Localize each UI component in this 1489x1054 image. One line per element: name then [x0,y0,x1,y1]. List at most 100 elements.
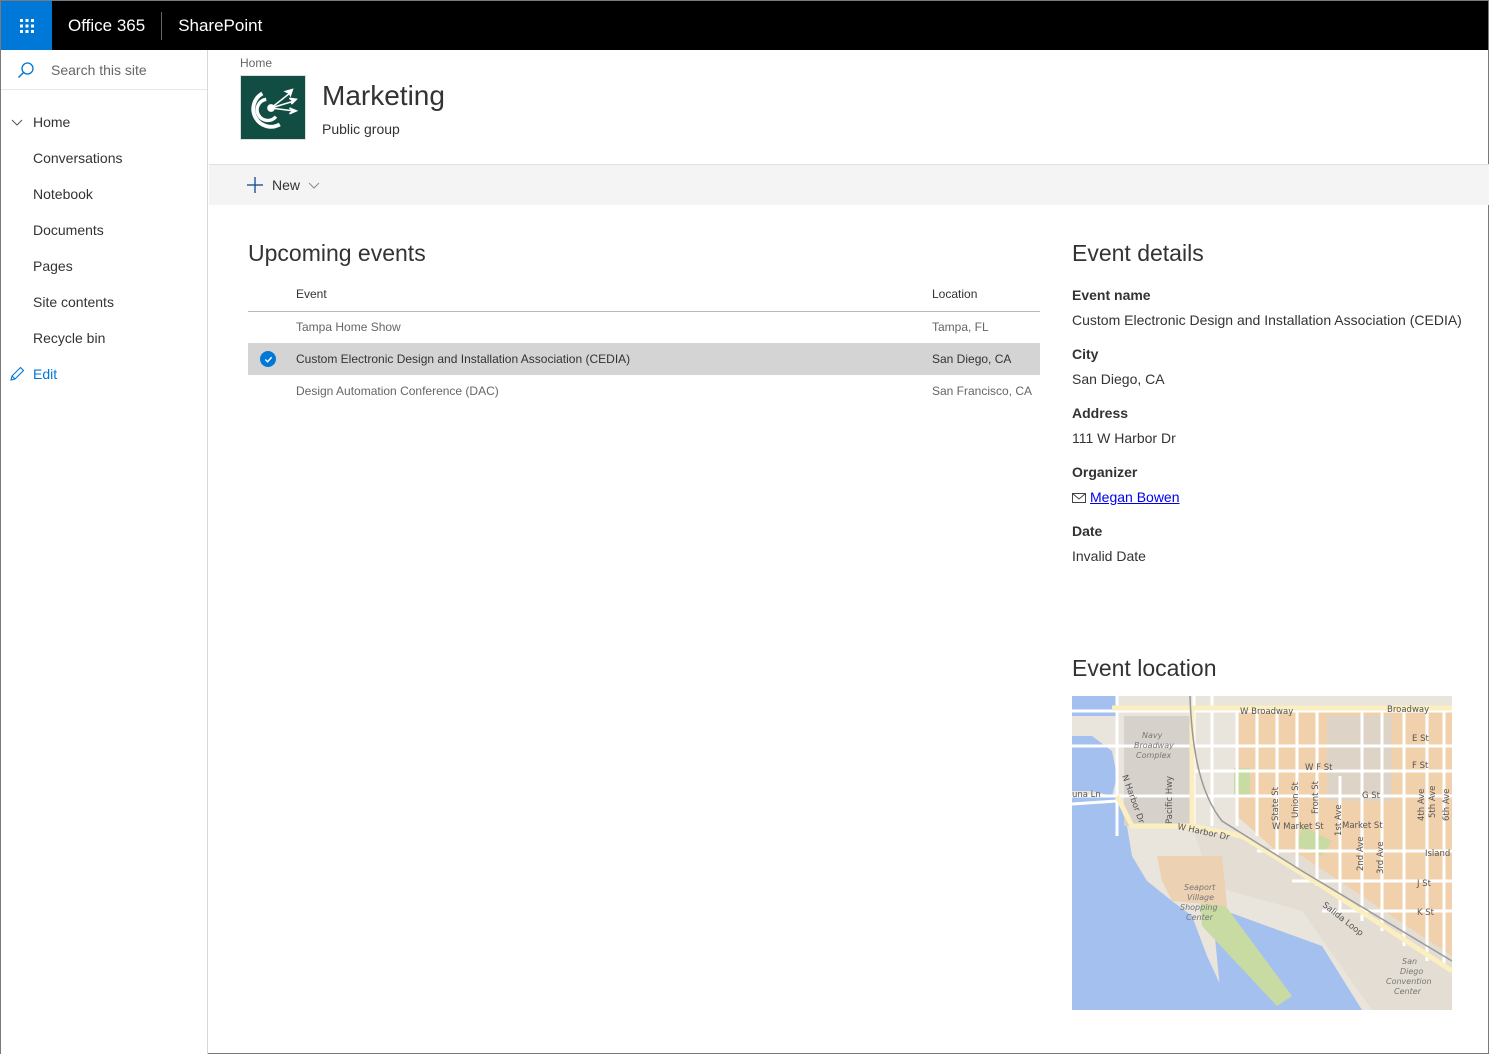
main-content: Home Marketing Public group New Upcoming [209,50,1489,1010]
city-label: City [1072,346,1099,362]
edit-label: Edit [33,366,58,382]
nav-item-site-contents[interactable]: Site contents [1,284,207,320]
table-row-selected[interactable]: Custom Electronic Design and Installatio… [248,343,1040,375]
row-select-cell[interactable] [248,343,296,375]
checkmark-circle-icon[interactable] [260,351,276,367]
event-cell: Tampa Home Show [296,320,401,335]
office365-link[interactable]: Office 365 [52,1,161,50]
new-label: New [272,177,301,193]
map-label-seaport-4: Center [1186,913,1214,922]
map-label-union-st: Union St [1291,781,1301,818]
map-label-g-st: G St [1362,791,1381,801]
map-label-k-st: K St [1417,908,1435,918]
map-label-6th-ave: 6th Ave [1442,789,1452,821]
organizer-value: Megan Bowen [1072,488,1462,507]
map-label-2nd-ave: 2nd Ave [1356,837,1366,871]
new-button[interactable]: New [247,177,320,193]
nav-label: Recycle bin [33,330,106,346]
map-label-navy-1: Navy [1142,731,1163,740]
map-label-4th-ave: 4th Ave [1417,789,1427,821]
plus-icon [247,177,263,193]
select-column-header [248,285,296,312]
map-label-convention-1: San [1402,957,1417,966]
map-label-front-st: Front St [1311,780,1321,814]
nav-item-notebook[interactable]: Notebook [1,176,207,212]
mail-icon [1072,492,1086,503]
map-label-convention-4: Center [1394,987,1422,996]
organizer-link[interactable]: Megan Bowen [1090,488,1180,507]
map-label-5th-ave: 5th Ave [1428,786,1438,818]
map-label-convention-2: Diego [1400,967,1423,976]
nav-label: Documents [33,222,104,238]
map-label-pacific-hwy: Pacific Hwy [1165,776,1175,824]
map-label-e-st: E St [1412,734,1429,744]
site-subtitle: Public group [322,121,400,137]
event-location-map[interactable]: W Broadway Broadway Navy Broadway Comple… [1072,696,1452,1010]
map-label-w-f-st: W F St [1305,763,1333,773]
chevron-down-icon [308,182,320,189]
map-label-island-ave: Island Ave [1425,849,1452,859]
location-column-header[interactable]: Location [932,285,1040,312]
address-value: 111 W Harbor Dr [1072,430,1176,446]
map-label-navy-2: Broadway [1134,741,1174,750]
map-label-w-market: W Market St [1272,822,1324,832]
left-navigation: Search this site Home Conversations Note… [1,50,208,1054]
nav-item-recycle-bin[interactable]: Recycle bin [1,320,207,356]
map-label-j-st: J St [1416,879,1432,889]
nav-label: Conversations [33,150,123,166]
map-label-3rd-ave: 3rd Ave [1376,842,1386,874]
events-table: Event Location Tampa Home Show Tampa, FL [248,285,1040,407]
nav-label: Home [33,114,71,130]
nav-label: Site contents [33,294,114,310]
map-label-w-broadway: W Broadway [1240,707,1293,717]
map-label-market: Market St [1342,821,1383,831]
edit-nav-button[interactable]: Edit [1,356,207,392]
location-cell: San Diego, CA [932,343,1040,375]
site-title: Marketing [322,80,445,111]
event-cell: Custom Electronic Design and Installatio… [296,343,932,375]
nav-item-conversations[interactable]: Conversations [1,140,207,176]
map-label-navy-3: Complex [1136,751,1171,760]
event-name-label: Event name [1072,287,1151,303]
table-row[interactable]: Design Automation Conference (DAC) San F… [248,375,1040,407]
map-label-broadway: Broadway [1387,705,1429,715]
upcoming-events-webpart: Upcoming events Event Location Tampa Hom… [248,240,1040,407]
date-label: Date [1072,523,1103,539]
pencil-icon [10,366,25,381]
map-label-una-ln: una Ln [1072,790,1101,800]
nav-label: Notebook [33,186,93,202]
row-select-cell[interactable] [248,375,296,407]
search-placeholder: Search this site [51,61,147,78]
table-header-row: Event Location [248,285,1040,312]
map-label-seaport-1: Seaport [1184,883,1216,892]
row-select-cell[interactable] [248,311,296,343]
app-launcher-button[interactable] [1,1,52,50]
upcoming-events-title: Upcoming events [248,240,426,266]
event-location-title: Event location [1072,655,1217,681]
location-cell: San Francisco, CA [932,384,1033,398]
location-cell: Tampa, FL [932,320,989,335]
nav-item-home[interactable]: Home [1,104,207,140]
nav-list: Home Conversations Notebook Documents Pa… [1,90,207,392]
map-label-state-st: State St [1271,786,1281,821]
nav-item-pages[interactable]: Pages [1,248,207,284]
waffle-icon [19,18,34,33]
site-search-box[interactable]: Search this site [1,50,207,90]
map-label-convention-3: Convention [1386,977,1432,986]
map-canvas: W Broadway Broadway Navy Broadway Comple… [1072,696,1452,1010]
site-logo[interactable] [240,75,306,140]
event-name-value: Custom Electronic Design and Installatio… [1072,312,1462,328]
nav-item-documents[interactable]: Documents [1,212,207,248]
event-details-webpart: Event details Event name Custom Electron… [1072,240,1462,566]
sharepoint-link[interactable]: SharePoint [162,1,278,50]
breadcrumb-home[interactable]: Home [240,56,272,70]
table-row[interactable]: Tampa Home Show Tampa, FL [248,311,1040,343]
chevron-down-icon[interactable] [11,116,23,128]
event-cell: Design Automation Conference (DAC) [296,384,499,398]
target-arrows-icon [251,88,299,129]
event-column-header[interactable]: Event [296,285,932,312]
map-label-seaport-3: Shopping [1180,903,1218,912]
search-icon [17,61,34,78]
map-label-f-st: F St [1412,761,1429,771]
map-label-seaport-2: Village [1187,893,1214,902]
